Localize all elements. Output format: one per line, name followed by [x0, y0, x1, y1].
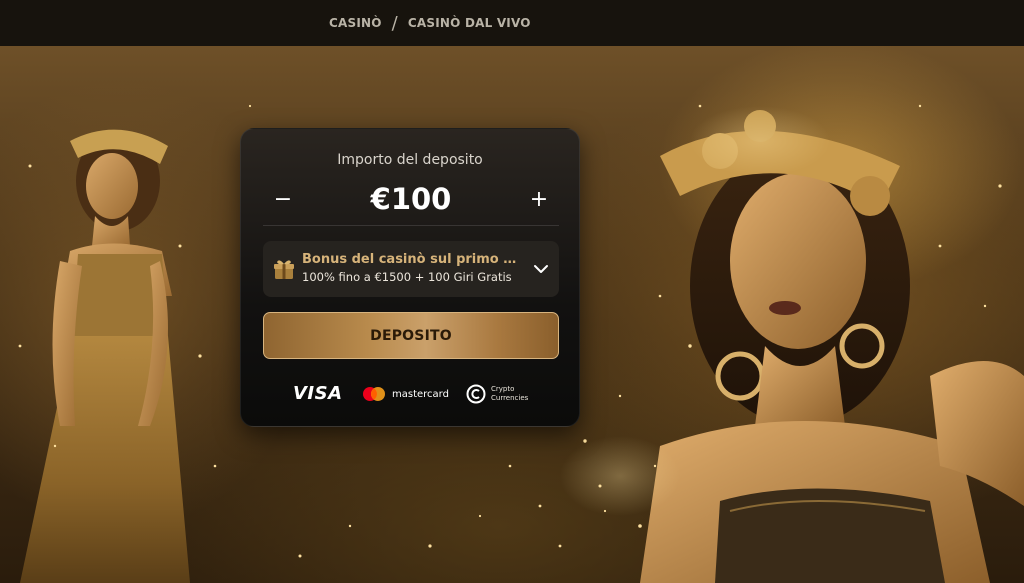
plus-icon: +	[529, 186, 549, 212]
increase-amount-button[interactable]: +	[519, 179, 559, 219]
bonus-title: Bonus del casinò sul primo dep...	[302, 252, 524, 267]
gift-icon	[274, 260, 294, 279]
left-model-figure	[20, 129, 190, 583]
breadcrumb-live-casino-link[interactable]: CASINÒ DAL VIVO	[408, 16, 531, 30]
bonus-subtitle: 100% fino a €1500 + 100 Giri Gratis	[302, 270, 512, 284]
payment-methods: VISA mastercard Crypto Currencies	[241, 379, 581, 409]
crypto-currencies-logo: Crypto Currencies	[466, 381, 528, 407]
breadcrumb-casino-link[interactable]: CASINÒ	[329, 16, 382, 30]
crypto-icon	[466, 384, 486, 404]
deposit-amount-value[interactable]: €100	[261, 179, 561, 219]
deposit-button[interactable]: DEPOSITO	[263, 312, 559, 359]
crypto-label-line2: Currencies	[491, 394, 529, 402]
breadcrumb: CASINÒ / CASINÒ DAL VIVO	[329, 0, 531, 46]
top-navigation-bar: CASINÒ / CASINÒ DAL VIVO	[0, 0, 1024, 46]
visa-logo: VISA	[293, 383, 343, 404]
amount-stepper: €100 − +	[261, 179, 561, 219]
deposit-amount-title: Importo del deposito	[337, 152, 483, 168]
breadcrumb-separator: /	[391, 12, 398, 34]
bonus-selector[interactable]: Bonus del casinò sul primo dep... 100% f…	[263, 241, 559, 297]
mastercard-logo: mastercard	[361, 385, 449, 403]
right-model-figure	[640, 110, 1024, 583]
chevron-down-icon[interactable]	[531, 259, 551, 279]
deposit-panel: Importo del deposito €100 − + Bonus del …	[240, 128, 580, 427]
mastercard-icon	[363, 387, 385, 401]
minus-icon: −	[273, 186, 293, 212]
crypto-label-line1: Crypto	[491, 385, 515, 393]
divider	[263, 225, 559, 226]
mastercard-label: mastercard	[392, 388, 449, 400]
decrease-amount-button[interactable]: −	[263, 179, 303, 219]
